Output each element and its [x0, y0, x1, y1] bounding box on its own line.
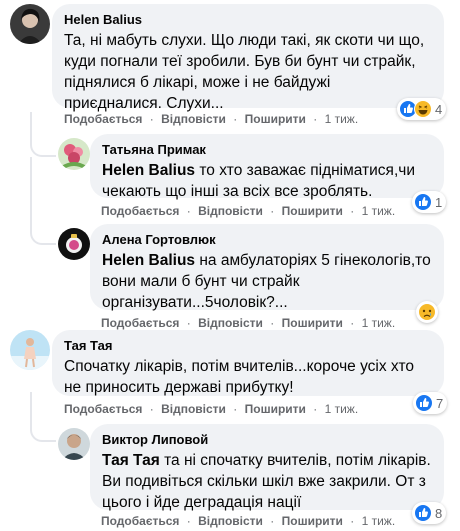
reactions-badge[interactable]: 4: [397, 98, 447, 120]
avatar[interactable]: [58, 428, 90, 460]
like-button[interactable]: Подобається: [101, 514, 179, 528]
mention-link[interactable]: Helen Balius: [102, 252, 195, 269]
share-button[interactable]: Поширити: [282, 514, 343, 528]
reply-button[interactable]: Відповісти: [198, 514, 263, 528]
like-button[interactable]: Подобається: [64, 112, 142, 126]
comment-text: Спочатку лікарів, потім вчителів...короч…: [64, 358, 415, 396]
reactions-badge[interactable]: 7: [413, 392, 448, 414]
comment-bubble: Тая Тая Спочатку лікарів, потім вчителів…: [52, 330, 444, 396]
comment-author[interactable]: Алена Гортовлюк: [102, 232, 432, 248]
like-icon: [414, 193, 432, 211]
comment-author[interactable]: Виктор Липовой: [102, 432, 432, 448]
comment-timestamp[interactable]: 1 тиж.: [362, 514, 396, 528]
share-button[interactable]: Поширити: [245, 402, 306, 416]
share-button[interactable]: Поширити: [282, 204, 343, 218]
reply-button[interactable]: Відповісти: [198, 316, 263, 330]
comment-bubble: Алена Гортовлюк Helen Balius на амбулато…: [90, 224, 444, 311]
thread-line: [30, 392, 56, 442]
avatar[interactable]: [58, 228, 90, 260]
comment-author[interactable]: Helen Balius: [64, 12, 432, 28]
comment-timestamp[interactable]: 1 тиж.: [362, 316, 396, 330]
like-icon: [415, 394, 433, 412]
like-button[interactable]: Подобається: [101, 204, 179, 218]
like-button[interactable]: Подобається: [101, 316, 179, 330]
comment-timestamp[interactable]: 1 тиж.: [362, 204, 396, 218]
share-button[interactable]: Поширити: [282, 316, 343, 330]
like-icon: [414, 504, 432, 522]
comment-bubble: Виктор Липовой Тая Тая та ні спочатку вч…: [90, 424, 444, 511]
comment-actions: Подобається · Відповісти · Поширити · 1 …: [64, 402, 359, 416]
reply-button[interactable]: Відповісти: [198, 204, 263, 218]
reactions-badge[interactable]: [416, 301, 438, 323]
like-button[interactable]: Подобається: [64, 402, 142, 416]
reaction-count: 4: [435, 101, 443, 117]
reaction-count: 7: [436, 395, 444, 411]
thread-line: [30, 157, 56, 245]
reactions-badge[interactable]: 8: [412, 502, 447, 524]
comment-actions: Подобається · Відповісти · Поширити · 1 …: [64, 112, 359, 126]
avatar[interactable]: [58, 138, 90, 170]
comment-text: Та, ні мабуть слухи. Що люди такі, як ск…: [64, 32, 425, 112]
haha-icon: [414, 100, 432, 118]
mention-link[interactable]: Helen Balius: [102, 162, 195, 179]
comment-author[interactable]: Тая Тая: [64, 338, 432, 354]
reaction-count: 1: [435, 194, 443, 210]
reactions-badge[interactable]: 1: [412, 191, 447, 213]
comment-timestamp[interactable]: 1 тиж.: [325, 402, 359, 416]
comment-bubble: Татьяна Примак Helen Balius то хто заваж…: [90, 134, 444, 200]
reply-button[interactable]: Відповісти: [161, 402, 226, 416]
reply-button[interactable]: Відповісти: [161, 112, 226, 126]
comment-bubble: Helen Balius Та, ні мабуть слухи. Що люд…: [52, 4, 444, 112]
mention-link[interactable]: Тая Тая: [102, 452, 160, 469]
avatar[interactable]: [10, 4, 50, 44]
comment-timestamp[interactable]: 1 тиж.: [325, 112, 359, 126]
comment-author[interactable]: Татьяна Примак: [102, 142, 432, 158]
comment-actions: Подобається · Відповісти · Поширити · 1 …: [101, 514, 396, 528]
thread-line: [30, 112, 56, 157]
reaction-count: 8: [435, 505, 443, 521]
avatar[interactable]: [10, 330, 50, 370]
comment-actions: Подобається · Відповісти · Поширити · 1 …: [101, 316, 396, 330]
share-button[interactable]: Поширити: [245, 112, 306, 126]
comment-actions: Подобається · Відповісти · Поширити · 1 …: [101, 204, 396, 218]
sad-icon: [418, 303, 436, 321]
